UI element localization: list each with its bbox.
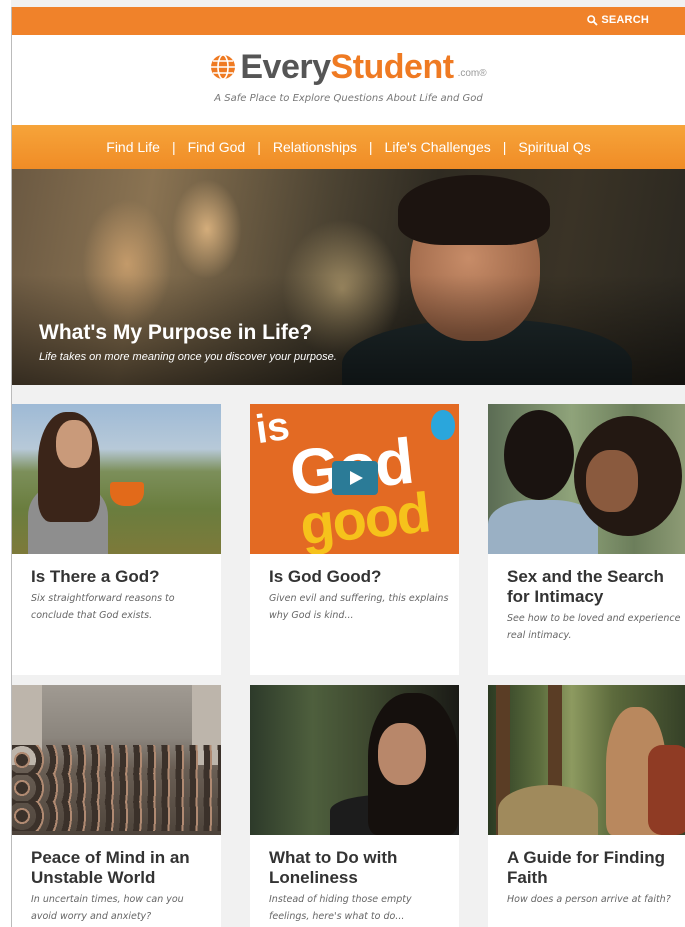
hero-title[interactable]: What's My Purpose in Life?: [39, 321, 312, 345]
globe-icon: [211, 54, 236, 80]
nav-separator: |: [502, 139, 507, 155]
image-detail: [12, 773, 221, 803]
nav-item-find-life[interactable]: Find Life: [106, 139, 160, 155]
image-detail: [586, 450, 638, 512]
article-card-peace-of-mind[interactable]: Peace of Mind in an Unstable World In un…: [12, 685, 221, 927]
hero-banner[interactable]: What's My Purpose in Life? Life takes on…: [12, 169, 685, 385]
brand-header: EveryStudent .com® A Safe Place to Explo…: [12, 35, 685, 125]
tagline: A Safe Place to Explore Questions About …: [214, 93, 483, 104]
card-description: How does a person arrive at faith?: [507, 894, 671, 905]
site-logo[interactable]: EveryStudent .com®: [210, 48, 487, 86]
search-button[interactable]: SEARCH: [587, 14, 649, 26]
image-detail: [648, 745, 685, 835]
main-nav: Find Life | Find God | Relationships | L…: [12, 125, 685, 169]
card-image-couple: [488, 404, 685, 554]
nav-separator: |: [368, 139, 373, 155]
hero-person-hair: [398, 175, 550, 245]
nav-separator: |: [257, 139, 261, 155]
nav-item-lifes-challenges[interactable]: Life's Challenges: [385, 139, 491, 155]
image-detail: [12, 745, 221, 775]
image-detail: [378, 723, 426, 785]
image-detail: [504, 410, 574, 500]
nav-item-relationships[interactable]: Relationships: [273, 139, 357, 155]
top-bar: SEARCH: [12, 7, 685, 35]
nav-item-spiritual-qs[interactable]: Spiritual Qs: [518, 139, 590, 155]
image-text: is: [253, 404, 293, 453]
bird-graphic: [431, 410, 455, 440]
image-detail: [12, 801, 221, 831]
card-title[interactable]: Peace of Mind in an Unstable World: [31, 848, 211, 888]
card-title[interactable]: Is There a God?: [31, 567, 211, 587]
image-detail: [110, 482, 144, 506]
search-label: SEARCH: [601, 14, 649, 26]
nav-separator: |: [171, 139, 176, 155]
card-image-is-god-good: is God good: [250, 404, 459, 554]
article-card-is-there-a-god[interactable]: Is There a God? Six straightforward reas…: [12, 404, 221, 675]
article-card-finding-faith[interactable]: A Guide for Finding Faith How does a per…: [488, 685, 685, 927]
logo-suffix: .com®: [457, 68, 487, 79]
article-card-is-god-good[interactable]: is God good Is God Good? Given evil and …: [250, 404, 459, 675]
card-image-hiker-in-forest: [488, 685, 685, 835]
window-left-margin: [0, 0, 11, 927]
search-icon: [587, 14, 598, 26]
card-description: In uncertain times, how can you avoid wo…: [31, 894, 184, 922]
card-description: Instead of hiding those empty feelings, …: [269, 894, 412, 922]
card-title[interactable]: Is God Good?: [269, 567, 449, 587]
card-title[interactable]: Sex and the Search for Intimacy: [507, 567, 685, 607]
page: SEARCH EveryStudent .com® A Safe Place t…: [11, 7, 685, 927]
logo-wordmark: EveryStudent: [240, 48, 455, 86]
card-image-city-crowd: [12, 685, 221, 835]
card-image-woman-with-mug: [12, 404, 221, 554]
article-card-sex-and-intimacy[interactable]: Sex and the Search for Intimacy See how …: [488, 404, 685, 675]
card-description: Given evil and suffering, this explains …: [269, 593, 449, 621]
logo-word-student: Student: [330, 48, 455, 86]
card-title[interactable]: A Guide for Finding Faith: [507, 848, 685, 888]
play-video-icon[interactable]: [332, 461, 378, 495]
hero-subtitle: Life takes on more meaning once you disc…: [39, 351, 337, 363]
image-detail: [498, 785, 598, 835]
logo-word-every: Every: [240, 48, 331, 86]
hero-bg-plant: [172, 179, 242, 279]
card-image-pensive-woman: [250, 685, 459, 835]
card-title[interactable]: What to Do with Loneliness: [269, 848, 449, 888]
card-description: See how to be loved and experience real …: [507, 613, 681, 641]
nav-item-find-god[interactable]: Find God: [188, 139, 246, 155]
card-description: Six straightforward reasons to conclude …: [31, 593, 175, 621]
image-detail: [56, 420, 92, 468]
article-card-loneliness[interactable]: What to Do with Loneliness Instead of hi…: [250, 685, 459, 927]
